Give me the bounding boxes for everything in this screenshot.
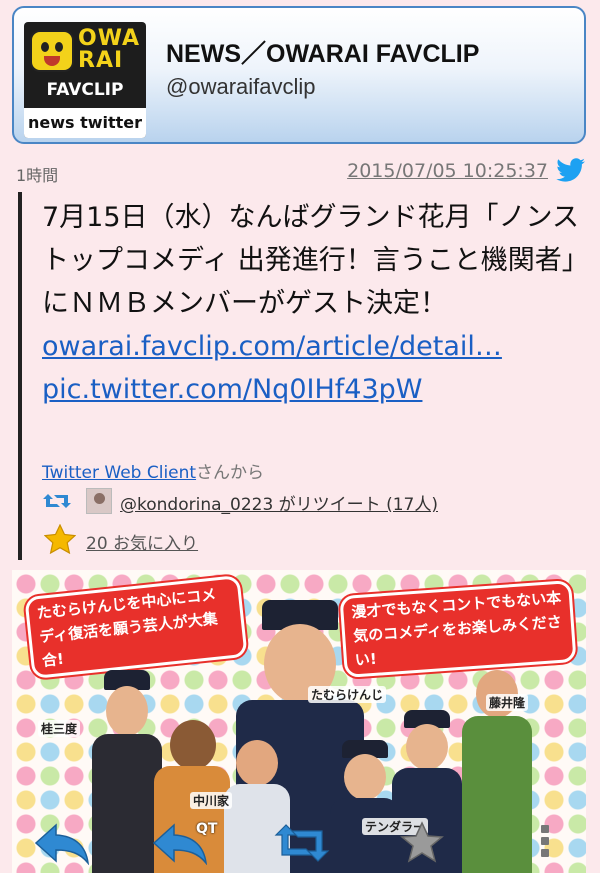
photo-name-tag: たむらけんじ: [308, 686, 387, 703]
account-name[interactable]: NEWS／OWARAI FAVCLIP: [166, 34, 479, 70]
tweet-action-bar: QT: [12, 811, 586, 873]
favorite-star-icon[interactable]: [394, 821, 450, 865]
relative-time: 1時間: [16, 166, 59, 185]
retweet-action-icon[interactable]: [274, 821, 330, 865]
reply-icon[interactable]: [34, 821, 90, 865]
tweet-timestamp[interactable]: 2015/07/05 10:25:37: [347, 160, 548, 182]
retweet-row[interactable]: @kondorina_0223 がリツイート (17人): [42, 488, 582, 516]
account-handle[interactable]: @owaraifavclip: [166, 74, 316, 100]
client-row: Twitter Web Clientさんから: [42, 458, 264, 483]
favorites-text[interactable]: 20 お気に入り: [86, 529, 198, 554]
client-link[interactable]: Twitter Web Client: [42, 463, 196, 483]
article-link[interactable]: owarai.favclip.com/article/detail…: [42, 331, 502, 362]
tweet-text: 7月15日（水）なんばグランド花月「ノンストップコメディ 出発進行！言うこと機関…: [42, 196, 582, 411]
logo-text-owarai: OWA RAI: [78, 26, 141, 73]
logo-text-news-twitter: news twitter: [24, 108, 146, 138]
retweet-text[interactable]: @kondorina_0223 がリツイート (17人): [120, 490, 438, 515]
account-header[interactable]: OWA RAI FAVCLIP news twitter NEWS／OWARAI…: [12, 6, 586, 144]
retweet-icon: [43, 494, 71, 508]
retweeter-avatar[interactable]: [86, 488, 112, 514]
tweet-message: 7月15日（水）なんばグランド花月「ノンストップコメディ 出発進行！言うこと機関…: [42, 202, 579, 319]
photo-name-tag: 桂三度: [38, 720, 81, 737]
photo-name-tag: 中川家: [190, 792, 233, 809]
more-icon[interactable]: [540, 821, 550, 861]
client-suffix: さんから: [196, 463, 265, 483]
quote-label: QT: [196, 821, 218, 837]
logo-text-favclip: FAVCLIP: [46, 80, 124, 100]
photo-name-tag: 藤井隆: [486, 694, 529, 711]
star-icon: [44, 524, 76, 554]
logo-face-icon: [30, 30, 74, 72]
twitter-bird-icon: [556, 158, 585, 182]
photo-caption-right: 漫才でもなくコントでもない本気のコメディをお楽しみください!: [339, 580, 577, 678]
media-link[interactable]: pic.twitter.com/Nq0IHf43pW: [42, 374, 422, 405]
tweet-body: 7月15日（水）なんばグランド花月「ノンストップコメディ 出発進行！言うこと機関…: [18, 192, 586, 560]
photo-caption-left: たむらけんじを中心にコメディ復活を願う芸人が大集合!: [24, 574, 248, 680]
account-avatar-logo[interactable]: OWA RAI FAVCLIP news twitter: [24, 22, 146, 138]
